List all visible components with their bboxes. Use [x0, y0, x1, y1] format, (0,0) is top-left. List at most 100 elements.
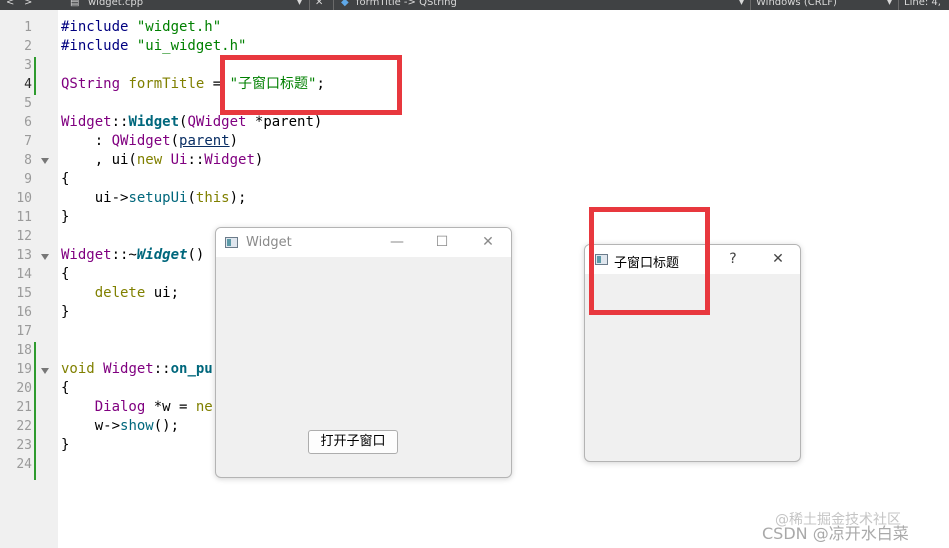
code-line[interactable]: : QWidget(parent) [61, 132, 238, 151]
line-number: 9 [24, 172, 32, 187]
code-token: parent [179, 133, 230, 149]
code-token: :: [153, 361, 171, 377]
line-number: 15 [16, 286, 32, 301]
file-selector[interactable]: widget.cpp [88, 0, 143, 8]
editor-toolbar: < > ▤ widget.cpp ▾ ✕ ◆ formTitle -> QStr… [0, 0, 949, 10]
line-number: 11 [16, 210, 32, 225]
code-line[interactable]: Dialog *w = ne [61, 398, 213, 417]
chevron-down-icon[interactable]: ▾ [739, 0, 744, 8]
symbol-selector[interactable]: formTitle -> QString [356, 0, 457, 8]
open-child-window-button[interactable]: 打开子窗口 [308, 430, 398, 454]
code-line[interactable]: void Widget::on_pu [61, 360, 213, 379]
code-token: delete [94, 285, 146, 301]
code-line[interactable]: { [61, 170, 69, 189]
line-number: 21 [16, 400, 32, 415]
chevron-down-icon[interactable]: ▾ [887, 0, 892, 8]
highlight-box [220, 55, 402, 115]
nav-back-icon[interactable]: < [6, 0, 14, 8]
code-line[interactable]: } [61, 208, 69, 227]
code-token: QWidget [111, 133, 171, 149]
code-line[interactable]: #include "widget.h" [61, 18, 221, 37]
close-icon[interactable]: ✕ [763, 245, 793, 274]
code-token: w-> [61, 418, 121, 434]
code-token: ui-> [61, 190, 129, 206]
maximize-icon[interactable]: ☐ [427, 228, 457, 257]
line-number: 2 [24, 39, 32, 54]
code-token: ( [187, 190, 196, 206]
code-line[interactable]: w->show(); [61, 417, 179, 436]
code-line[interactable]: { [61, 265, 69, 284]
code-line[interactable]: ui->setupUi(this); [61, 189, 247, 208]
close-icon[interactable]: ✕ [473, 228, 503, 257]
code-line[interactable]: delete ui; [61, 284, 179, 303]
code-token: : [61, 133, 112, 149]
fold-arrow-icon[interactable] [41, 158, 49, 164]
fold-arrow-icon[interactable] [41, 368, 49, 374]
widget-window[interactable]: Widget — ☐ ✕ 打开子窗口 [215, 227, 512, 478]
line-number: 22 [16, 419, 32, 434]
app-icon [225, 237, 238, 248]
code-token: show [120, 418, 154, 434]
line-number: 7 [24, 134, 32, 149]
code-token: ( [170, 133, 180, 149]
code-token: ne [195, 399, 213, 415]
cursor-position[interactable]: Line: 4, [904, 0, 941, 8]
code-token: Widget [136, 247, 188, 263]
code-token: (); [153, 418, 180, 434]
line-ending-selector[interactable]: Windows (CRLF) [756, 0, 837, 8]
code-token: ) [229, 133, 239, 149]
code-line[interactable]: Widget::Widget(QWidget *parent) [61, 113, 322, 132]
close-document-icon[interactable]: ✕ [315, 0, 323, 8]
code-token: } [61, 437, 70, 453]
nav-forward-icon[interactable]: > [24, 0, 32, 8]
line-number: 14 [16, 267, 32, 282]
code-token: { [61, 171, 70, 187]
window-title: Widget [246, 235, 292, 250]
code-line[interactable]: , ui(new Ui::Widget) [61, 151, 264, 170]
line-number: 18 [16, 343, 32, 358]
code-line[interactable]: { [61, 379, 69, 398]
fold-arrow-icon[interactable] [41, 254, 49, 260]
code-line[interactable]: #include "ui_widget.h" [61, 37, 246, 56]
minimize-icon[interactable]: — [382, 228, 412, 257]
line-number: 4 [24, 77, 32, 92]
watermark: CSDN @凉开水白菜 [762, 524, 909, 543]
highlight-box [589, 207, 710, 315]
code-token: *parent) [246, 114, 323, 130]
line-number: 3 [24, 58, 32, 73]
code-line[interactable]: Widget::~Widget() [61, 246, 204, 265]
code-token: Widget [103, 361, 154, 377]
code-token: QWidget [187, 114, 247, 130]
code-token: { [61, 380, 70, 396]
line-number: 17 [16, 324, 32, 339]
code-token: this [195, 190, 230, 206]
code-token: } [61, 304, 70, 320]
code-token: *w = [145, 399, 196, 415]
code-token: ui; [145, 285, 180, 301]
line-number: 24 [16, 457, 32, 472]
line-number: 1 [24, 20, 32, 35]
line-number: 6 [24, 115, 32, 130]
code-token: { [61, 266, 70, 282]
chevron-down-icon[interactable]: ▾ [297, 0, 302, 8]
code-line[interactable]: } [61, 303, 69, 322]
code-token: Widget [204, 152, 255, 168]
code-token: QString [61, 76, 129, 92]
code-token: Ui [170, 152, 188, 168]
help-icon[interactable]: ? [718, 245, 748, 274]
code-line[interactable]: } [61, 436, 69, 455]
change-marker [34, 342, 36, 480]
code-token: ); [229, 190, 247, 206]
title-bar[interactable]: Widget — ☐ ✕ [216, 228, 511, 257]
file-icon: ▤ [70, 0, 80, 8]
code-token: setupUi [128, 190, 188, 206]
code-token: :: [187, 152, 205, 168]
code-token: #include [61, 19, 137, 35]
code-token: Widget [61, 247, 112, 263]
code-token: () [187, 247, 205, 263]
code-token: new [136, 152, 171, 168]
code-token: ::~ [111, 247, 137, 263]
line-number: 8 [24, 153, 32, 168]
line-number: 19 [16, 362, 32, 377]
